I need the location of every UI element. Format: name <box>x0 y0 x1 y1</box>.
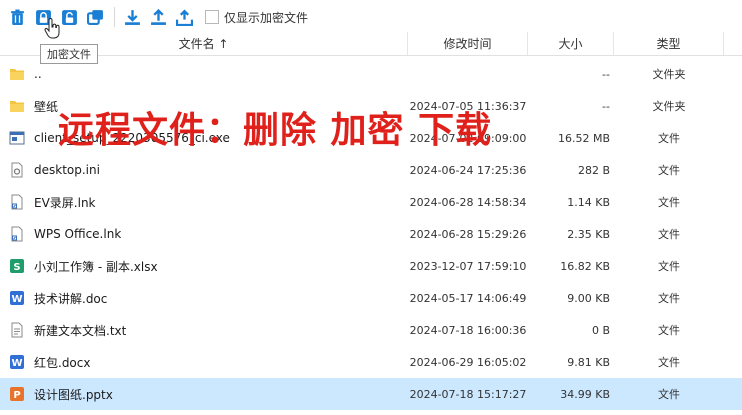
copy-icon <box>86 9 103 25</box>
file-type: 文件夹 <box>652 100 686 113</box>
column-size[interactable]: 大小 <box>528 32 614 55</box>
file-row[interactable]: W 红包.docx 2024-06-29 16:05:02 9.81 KB 文件 <box>0 346 742 378</box>
folder-icon <box>8 97 26 115</box>
toolbar-separator <box>114 7 115 27</box>
file-name: 新建文本文档.txt <box>34 323 127 338</box>
file-row[interactable]: W 技术讲解.doc 2024-05-17 14:06:49 9.00 KB 文件 <box>0 282 742 314</box>
file-name-cell: W 红包.docx <box>0 353 408 371</box>
file-date: 2024-06-24 17:25:36 <box>409 163 527 177</box>
file-name: 设计图纸.pptx <box>34 387 113 402</box>
ini-icon <box>8 161 26 179</box>
lnk-icon <box>8 193 26 211</box>
exe-icon <box>8 129 26 147</box>
unlock-icon <box>61 9 77 25</box>
file-type: 文件 <box>658 388 680 401</box>
file-name: 小刘工作簿 - 副本.xlsx <box>34 259 158 274</box>
file-name-cell: 新建文本文档.txt <box>0 321 408 339</box>
upload-icon <box>150 8 166 25</box>
upload-folder-icon <box>175 8 193 26</box>
file-name: 技术讲解.doc <box>34 291 108 306</box>
lnk-icon <box>8 225 26 243</box>
delete-button[interactable] <box>6 6 28 28</box>
file-name-cell: P 设计图纸.pptx <box>0 385 408 403</box>
file-size: 1.14 KB <box>567 195 610 209</box>
file-name: 壁纸 <box>34 99 59 114</box>
file-name: WPS Office.lnk <box>34 227 122 241</box>
file-type: 文件 <box>658 164 680 177</box>
file-size: 282 B <box>577 163 610 177</box>
file-row[interactable]: S 小刘工作簿 - 副本.xlsx 2023-12-07 17:59:10 16.82… <box>0 250 742 282</box>
encrypt-tooltip: 加密文件 <box>40 44 98 64</box>
file-name-cell: desktop.ini <box>0 161 408 179</box>
doc-icon: W <box>8 353 26 371</box>
encrypted-only-label: 仅显示加密文件 <box>224 10 309 25</box>
file-name-cell: WPS Office.lnk <box>0 225 408 243</box>
file-date: 2024-06-28 14:58:34 <box>409 195 527 209</box>
encrypted-only-checkbox[interactable] <box>205 10 219 24</box>
file-row[interactable]: WPS Office.lnk 2024-06-28 15:29:26 2.35 KB… <box>0 218 742 250</box>
file-size: 9.81 KB <box>567 355 610 369</box>
download-icon <box>124 9 140 25</box>
file-name: 红包.docx <box>34 355 91 370</box>
copy-button[interactable] <box>84 6 106 28</box>
file-name-cell: EV录屏.lnk <box>0 193 408 211</box>
file-type: 文件 <box>658 196 680 209</box>
svg-text:W: W <box>11 294 22 305</box>
file-type: 文件 <box>658 228 680 241</box>
hand-cursor-icon <box>44 18 60 39</box>
file-date: 2024-07-18 16:00:36 <box>409 323 527 337</box>
file-row[interactable]: desktop.ini 2024-06-24 17:25:36 282 B 文件 <box>0 154 742 186</box>
file-date: 2024-05-17 14:06:49 <box>409 291 527 305</box>
file-name: EV录屏.lnk <box>34 195 96 210</box>
file-date: 2023-12-07 17:59:10 <box>409 259 527 273</box>
file-row[interactable]: EV录屏.lnk 2024-06-28 14:58:34 1.14 KB 文件 <box>0 186 742 218</box>
file-size: -- <box>602 67 610 81</box>
file-name-cell: S 小刘工作簿 - 副本.xlsx <box>0 257 408 275</box>
xlsx-icon: S <box>8 257 26 275</box>
file-type: 文件 <box>658 292 680 305</box>
encrypted-only-filter[interactable]: 仅显示加密文件 <box>205 9 308 26</box>
file-row[interactable]: .. -- 文件夹 <box>0 58 742 90</box>
file-size: 9.00 KB <box>567 291 610 305</box>
toolbar: 仅显示加密文件 <box>0 0 742 34</box>
file-name-cell: .. <box>0 65 408 83</box>
file-type: 文件 <box>658 260 680 273</box>
column-date[interactable]: 修改时间 <box>408 32 528 55</box>
file-name: .. <box>34 67 42 81</box>
trash-icon <box>10 9 24 25</box>
svg-text:P: P <box>13 390 20 401</box>
file-name-cell: W 技术讲解.doc <box>0 289 408 307</box>
download-button[interactable] <box>121 6 143 28</box>
upload-button[interactable] <box>147 6 169 28</box>
file-date: 2024-06-28 15:29:26 <box>409 227 527 241</box>
file-type: 文件夹 <box>652 68 686 81</box>
file-size: 34.99 KB <box>560 387 610 401</box>
column-header: 文件名 ↑ 修改时间 大小 类型 <box>0 32 742 56</box>
file-size: 2.35 KB <box>567 227 610 241</box>
column-type[interactable]: 类型 <box>614 32 724 55</box>
annotation-overlay: 远程文件：删除 加密 下载 <box>58 110 493 151</box>
file-size: 16.82 KB <box>560 259 610 273</box>
file-row[interactable]: P 设计图纸.pptx 2024-07-18 15:17:27 34.99 KB 文件 <box>0 378 742 410</box>
doc-icon: W <box>8 289 26 307</box>
svg-text:W: W <box>11 358 22 369</box>
file-date: 2024-07-18 15:17:27 <box>409 387 527 401</box>
file-size: 0 B <box>591 323 610 337</box>
decrypt-button[interactable] <box>58 6 80 28</box>
file-type: 文件 <box>658 356 680 369</box>
file-date: 2024-06-29 16:05:02 <box>409 355 527 369</box>
upload-folder-button[interactable] <box>173 6 195 28</box>
svg-text:S: S <box>13 262 20 273</box>
file-type: 文件 <box>658 324 680 337</box>
file-size: 16.52 MB <box>557 131 610 145</box>
pptx-icon: P <box>8 385 26 403</box>
file-name: desktop.ini <box>34 163 100 177</box>
file-size: -- <box>602 99 610 113</box>
txt-icon <box>8 321 26 339</box>
file-type: 文件 <box>658 132 680 145</box>
folder-icon <box>8 65 26 83</box>
file-row[interactable]: 新建文本文档.txt 2024-07-18 16:00:36 0 B 文件 <box>0 314 742 346</box>
